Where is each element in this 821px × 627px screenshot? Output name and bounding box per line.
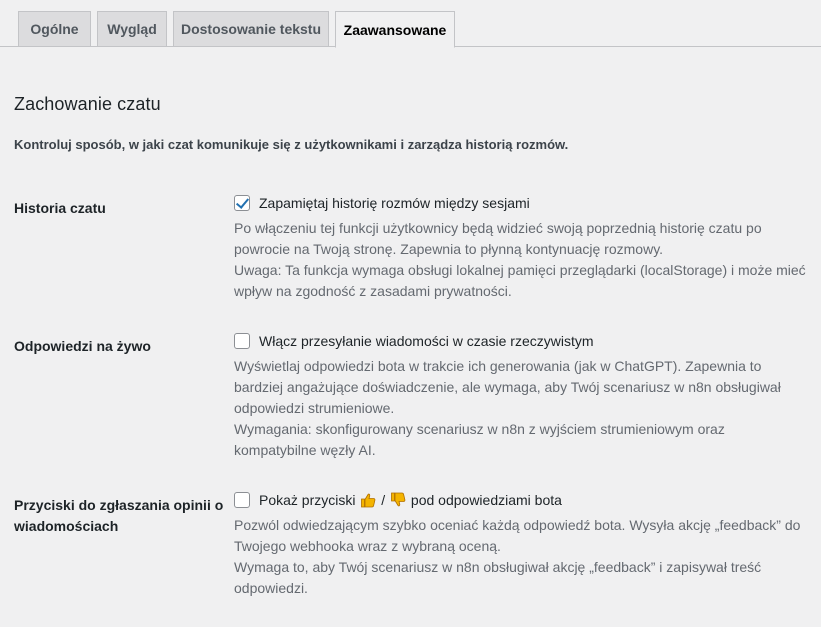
history-checkbox[interactable] <box>234 195 250 211</box>
feedback-checkbox[interactable] <box>234 492 250 508</box>
feedback-separator: / <box>381 492 386 508</box>
history-label: Historia czatu <box>14 200 106 216</box>
feedback-description: Pozwól odwiedzającym szybko oceniać każd… <box>234 515 809 599</box>
history-field: Zapamiętaj historię rozmów między sesjam… <box>234 193 809 302</box>
streaming-checkbox[interactable] <box>234 333 250 349</box>
history-checkbox-label: Zapamiętaj historię rozmów między sesjam… <box>259 195 530 211</box>
streaming-field: Włącz przesyłanie wiadomości w czasie rz… <box>234 331 809 461</box>
feedback-checkbox-line[interactable]: Pokaż przyciski / pod odpowiedziami bota <box>234 490 809 510</box>
tab-general[interactable]: Ogólne <box>18 11 91 47</box>
feedback-checkbox-label-before: Pokaż przyciski <box>259 492 356 508</box>
feedback-checkbox-label-after: pod odpowiedziami bota <box>410 492 562 508</box>
feedback-field: Pokaż przyciski / pod odpowiedziami bota… <box>234 490 809 599</box>
section-title: Zachowanie czatu <box>14 94 161 114</box>
history-checkbox-line[interactable]: Zapamiętaj historię rozmów między sesjam… <box>234 193 809 213</box>
history-description: Po włączeniu tej funkcji użytkownicy będ… <box>234 218 809 302</box>
thumbs-up-icon <box>361 493 376 508</box>
tab-appearance[interactable]: Wygląd <box>97 11 167 47</box>
checkmark-icon <box>235 195 250 209</box>
tab-text-customization[interactable]: Dostosowanie tekstu <box>173 11 329 47</box>
section-intro: Kontroluj sposób, w jaki czat komunikuje… <box>14 137 569 152</box>
feedback-desc-1: Pozwól odwiedzającym szybko oceniać każd… <box>234 517 801 554</box>
feedback-label: Przyciski do zgłaszania opinii o wiadomo… <box>14 497 224 534</box>
streaming-label: Odpowiedzi na żywo <box>14 338 151 354</box>
history-desc-1: Po włączeniu tej funkcji użytkownicy będ… <box>234 220 762 257</box>
history-desc-2: Uwaga: Ta funkcja wymaga obsługi lokalne… <box>234 262 806 299</box>
streaming-checkbox-label: Włącz przesyłanie wiadomości w czasie rz… <box>259 333 594 349</box>
thumbs-down-icon <box>391 492 406 507</box>
feedback-desc-2: Wymaga to, aby Twój scenariusz w n8n obs… <box>234 559 762 596</box>
streaming-desc-1: Wyświetlaj odpowiedzi bota w trakcie ich… <box>234 358 781 416</box>
tab-advanced[interactable]: Zaawansowane <box>335 11 455 48</box>
settings-tabs: Ogólne Wygląd Dostosowanie tekstu Zaawan… <box>0 0 821 48</box>
streaming-checkbox-line[interactable]: Włącz przesyłanie wiadomości w czasie rz… <box>234 331 809 351</box>
streaming-description: Wyświetlaj odpowiedzi bota w trakcie ich… <box>234 356 809 461</box>
streaming-desc-2: Wymagania: skonfigurowany scenariusz w n… <box>234 421 725 458</box>
